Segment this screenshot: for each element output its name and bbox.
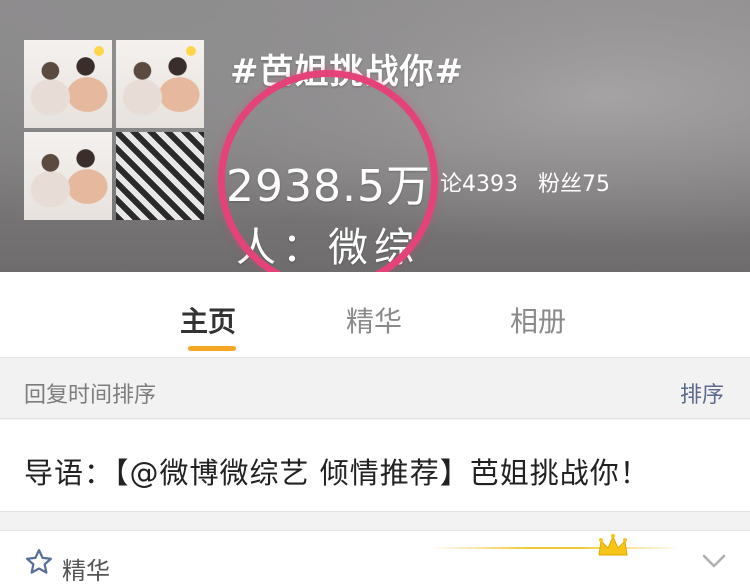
intro-card[interactable]: 导语：【@微博微综艺 倾情推荐】芭姐挑战你！: [0, 420, 750, 512]
star-icon: [26, 549, 52, 574]
tab-home[interactable]: 主页: [180, 300, 236, 340]
chevron-down-icon[interactable]: [702, 553, 726, 569]
active-tab-indicator: [188, 346, 236, 351]
crown-icon: [598, 534, 628, 556]
read-count: 2938.5万: [226, 161, 431, 212]
cover-thumbnail: [24, 132, 112, 220]
topic-header: #芭姐挑战你# 2938.5万 论4393 粉丝75 人：微综: [0, 0, 750, 272]
flower-icon: [186, 46, 196, 56]
intro-text: 导语：【@微博微综艺 倾情推荐】芭姐挑战你！: [24, 456, 650, 490]
comment-count: 论4393: [440, 172, 518, 197]
essence-row[interactable]: 精华: [0, 530, 750, 585]
tab-bar: 主页 精华 相册: [0, 272, 750, 358]
sort-bar: 回复时间排序 排序: [0, 359, 750, 419]
cover-thumbnail: [116, 40, 204, 128]
host-text: 人：微综: [236, 225, 420, 271]
fans-count: 粉丝75: [538, 172, 610, 197]
flower-icon: [94, 46, 104, 56]
topic-cover-collage[interactable]: [24, 40, 204, 220]
sort-button[interactable]: 排序: [680, 377, 724, 409]
cover-thumbnail: [24, 40, 112, 128]
decorative-line: [430, 547, 680, 549]
topic-title: #芭姐挑战你#: [230, 52, 464, 92]
tab-album[interactable]: 相册: [510, 300, 566, 340]
sort-order-label: 回复时间排序: [24, 383, 157, 408]
essence-label: 精华: [62, 557, 110, 585]
cover-thumbnail: [116, 132, 204, 220]
tab-essence[interactable]: 精华: [346, 300, 402, 340]
